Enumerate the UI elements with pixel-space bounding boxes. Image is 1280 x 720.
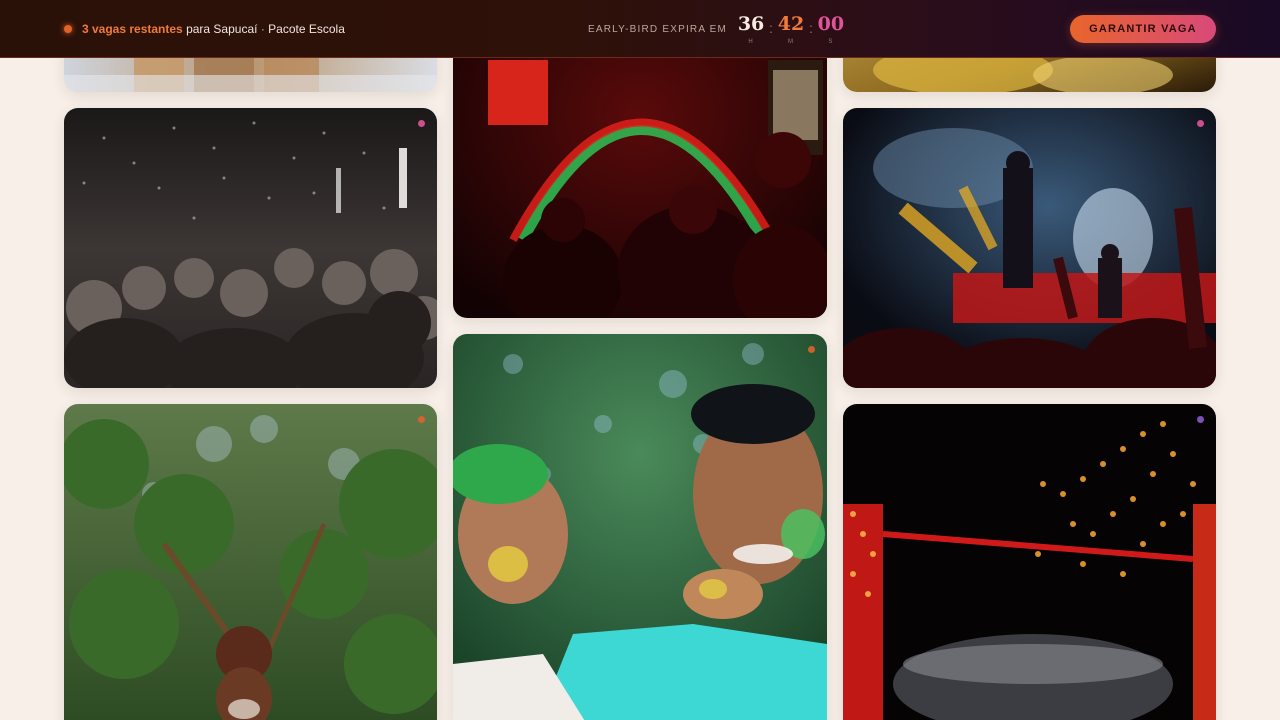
- countdown-seconds-unit: S: [828, 39, 834, 45]
- tile-marker-dot: [418, 416, 425, 423]
- remaining-spots-text: 3 vagas restantes: [82, 22, 183, 36]
- countdown-minutes: 42 M: [777, 13, 805, 45]
- countdown-hours: 36 H: [737, 13, 765, 45]
- tile-marker-dot: [808, 346, 815, 353]
- destination-text: para Sapucaí: [186, 22, 258, 36]
- reserve-spot-button[interactable]: GARANTIR VAGA: [1070, 15, 1216, 43]
- photo-holi-colors[interactable]: [453, 334, 827, 720]
- countdown-colon: :: [769, 20, 773, 36]
- early-bird-countdown: EARLY-BIRD EXPIRA EM 36 H : 42 M : 00 S: [588, 0, 845, 58]
- photo-bw-party-confetti[interactable]: [64, 108, 437, 388]
- countdown-hours-value: 36: [737, 13, 765, 35]
- tile-marker-dot: [1197, 416, 1204, 423]
- availability-notice: 3 vagas restantes para Sapucaí · Pacote …: [64, 0, 345, 58]
- promo-separator: ·: [260, 22, 265, 36]
- countdown-minutes-unit: M: [787, 39, 794, 45]
- countdown-seconds: 00 S: [817, 13, 845, 45]
- photo-forest-portrait[interactable]: [64, 404, 437, 720]
- live-indicator-dot: [64, 25, 72, 33]
- tile-marker-dot: [1197, 120, 1204, 127]
- countdown-hours-unit: H: [748, 39, 754, 45]
- countdown-label: EARLY-BIRD EXPIRA EM: [588, 23, 728, 35]
- countdown-seconds-value: 00: [817, 13, 845, 35]
- photo-night-lights[interactable]: [843, 404, 1216, 720]
- countdown-colon: :: [808, 20, 813, 36]
- top-bar: 3 vagas restantes para Sapucaí · Pacote …: [0, 0, 1280, 58]
- photo-concert-stage[interactable]: [843, 108, 1216, 388]
- tile-marker-dot: [418, 120, 425, 127]
- package-name: Pacote Escola: [268, 22, 345, 36]
- countdown-minutes-value: 42: [777, 13, 805, 35]
